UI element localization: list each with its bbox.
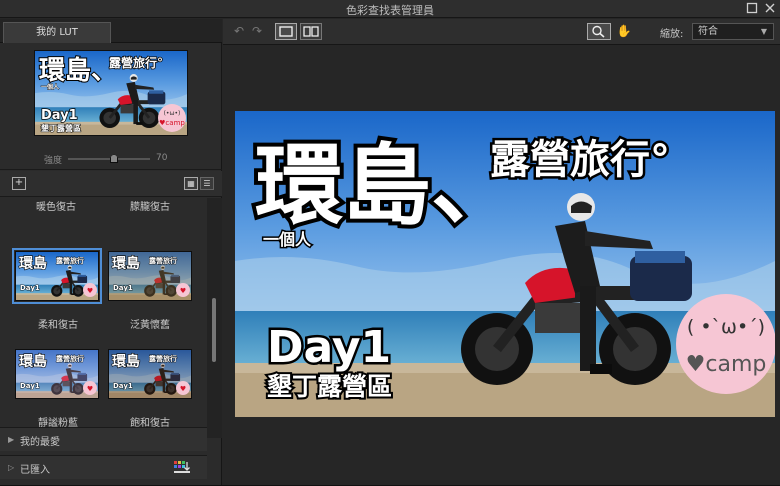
import-icon[interactable] bbox=[174, 460, 190, 477]
svg-text:Day1: Day1 bbox=[113, 284, 133, 292]
strength-value: 70 bbox=[156, 153, 168, 163]
chevron-right-icon: ▷ bbox=[8, 463, 15, 472]
zoom-select[interactable]: 符合 ▼ bbox=[692, 23, 774, 40]
scrollbar-thumb[interactable] bbox=[212, 298, 216, 362]
redo-icon[interactable]: ↷ bbox=[249, 23, 265, 40]
hand-icon[interactable]: ✋ bbox=[615, 23, 633, 40]
chevron-right-icon: ▶ bbox=[8, 435, 15, 444]
preset-thumbnail[interactable]: 環島 露營旅行 Day1 ♥ bbox=[15, 349, 99, 399]
svg-text:♥: ♥ bbox=[180, 385, 186, 393]
preset-thumbnail-selected[interactable]: 環島 露營旅行 Day1 ♥ bbox=[12, 248, 102, 304]
lut-toolbar: + ▦ ☰ bbox=[0, 171, 222, 197]
svg-text:露營旅行: 露營旅行 bbox=[56, 256, 84, 265]
preview-image: 環島、 露營旅行° 一個人 Day1 墾丁露營區 (•ω•) ♥camp bbox=[35, 51, 187, 135]
camp-badge-face: ( •`ω•´) bbox=[687, 316, 765, 338]
svg-text:♥: ♥ bbox=[87, 287, 93, 295]
svg-text:♥: ♥ bbox=[180, 287, 186, 295]
undo-icon[interactable]: ↶ bbox=[231, 23, 247, 40]
tab-bar: 我的 LUT bbox=[0, 19, 222, 43]
camp-badge-text: ♥camp bbox=[686, 352, 767, 377]
svg-text:(•ω•): (•ω•) bbox=[164, 110, 181, 117]
preset-name: 柔和復古 bbox=[38, 320, 78, 331]
image-canvas[interactable]: 環島、 露營旅行° 一個人 Day1 墾丁露營區 ( •`ω•´) ♥camp bbox=[235, 111, 775, 417]
zoom-label: 縮放: bbox=[660, 29, 684, 40]
svg-text:Day1: Day1 bbox=[20, 284, 40, 292]
strength-label: 強度 bbox=[44, 156, 63, 166]
svg-text:露營旅行: 露營旅行 bbox=[149, 354, 177, 363]
lut-preview: 環島、 露營旅行° 一個人 Day1 墾丁露營區 (•ω•) ♥camp bbox=[34, 50, 188, 136]
split-view-icon[interactable] bbox=[300, 23, 322, 40]
image-location: 墾丁露營區 bbox=[267, 372, 392, 401]
close-icon[interactable] bbox=[763, 2, 777, 16]
lut-scrollbar[interactable] bbox=[207, 198, 222, 438]
svg-text:♥camp: ♥camp bbox=[159, 119, 185, 127]
chevron-down-icon: ▼ bbox=[760, 27, 767, 36]
magnifier-icon[interactable] bbox=[587, 23, 611, 40]
strength-control: 強度 70 bbox=[0, 153, 222, 169]
preset-thumbnail[interactable]: 環島 露營旅行 Day1 ♥ bbox=[108, 349, 192, 399]
svg-text:Day1: Day1 bbox=[113, 382, 133, 390]
single-view-icon[interactable] bbox=[275, 23, 297, 40]
svg-text:♥: ♥ bbox=[87, 385, 93, 393]
preset-caption: 暖色復古 bbox=[36, 202, 76, 213]
image-title-big: 環島、 bbox=[255, 134, 519, 237]
image-subtitle: 一個人 bbox=[263, 230, 312, 249]
svg-text:Day1: Day1 bbox=[20, 382, 40, 390]
preset-caption: 朦朧復古 bbox=[130, 202, 170, 213]
svg-text:環島: 環島 bbox=[19, 353, 47, 370]
grid-view-icon[interactable]: ▦ bbox=[184, 177, 198, 190]
svg-text:環島: 環島 bbox=[112, 255, 140, 272]
svg-text:環島: 環島 bbox=[19, 255, 47, 272]
list-view-icon[interactable]: ☰ bbox=[200, 177, 214, 190]
svg-text:Day1: Day1 bbox=[41, 108, 78, 123]
image-title-side: 露營旅行° bbox=[490, 137, 670, 183]
preview-area: ↶ ↷ ✋ 縮放: 符合 ▼ 環島、 露營旅行° 一個人 Day1 墾丁露營區 … bbox=[223, 19, 780, 486]
svg-text:墾丁露營區: 墾丁露營區 bbox=[41, 123, 81, 133]
add-icon[interactable]: + bbox=[12, 177, 26, 190]
svg-text:環島、: 環島、 bbox=[39, 56, 117, 86]
lut-grid: 暖色復古 朦朧復古 環島 露營旅行 Day1 ♥ 環島 露營旅行 Day1 ♥ … bbox=[0, 198, 207, 438]
svg-text:露營旅行: 露營旅行 bbox=[149, 256, 177, 265]
section-favorites[interactable]: ▶ 我的最愛 bbox=[0, 427, 207, 451]
strength-slider-handle[interactable] bbox=[110, 154, 118, 163]
svg-text:一個人: 一個人 bbox=[41, 83, 60, 91]
preview-photo: 環島、 露營旅行° 一個人 Day1 墾丁露營區 ( •`ω•´) ♥camp bbox=[235, 111, 775, 417]
camp-badge bbox=[676, 294, 775, 394]
preset-name: 泛黃懷舊 bbox=[130, 320, 170, 331]
strength-slider[interactable] bbox=[68, 158, 150, 160]
preset-thumbnail[interactable]: 環島 露營旅行 Day1 ♥ bbox=[108, 251, 192, 301]
title-bar: 色彩查找表管理員 bbox=[0, 0, 780, 18]
svg-text:環島: 環島 bbox=[112, 353, 140, 370]
divider bbox=[0, 169, 222, 170]
section-imported[interactable]: ▷ 已匯入 bbox=[0, 455, 207, 479]
zoom-value: 符合 bbox=[698, 26, 718, 37]
tab-my-lut[interactable]: 我的 LUT bbox=[3, 22, 111, 43]
preview-toolbar: ↶ ↷ ✋ 縮放: 符合 ▼ bbox=[223, 19, 780, 45]
lut-sidebar: 我的 LUT 環島、 露營旅行° 一個人 Day1 墾丁露營區 (•ω•) ♥c… bbox=[0, 19, 222, 486]
svg-text:露營旅行: 露營旅行 bbox=[56, 354, 84, 363]
window-title: 色彩查找表管理員 bbox=[346, 4, 434, 17]
image-day: Day1 bbox=[267, 322, 391, 373]
maximize-icon[interactable] bbox=[745, 2, 759, 16]
svg-text:露營旅行°: 露營旅行° bbox=[109, 55, 163, 70]
